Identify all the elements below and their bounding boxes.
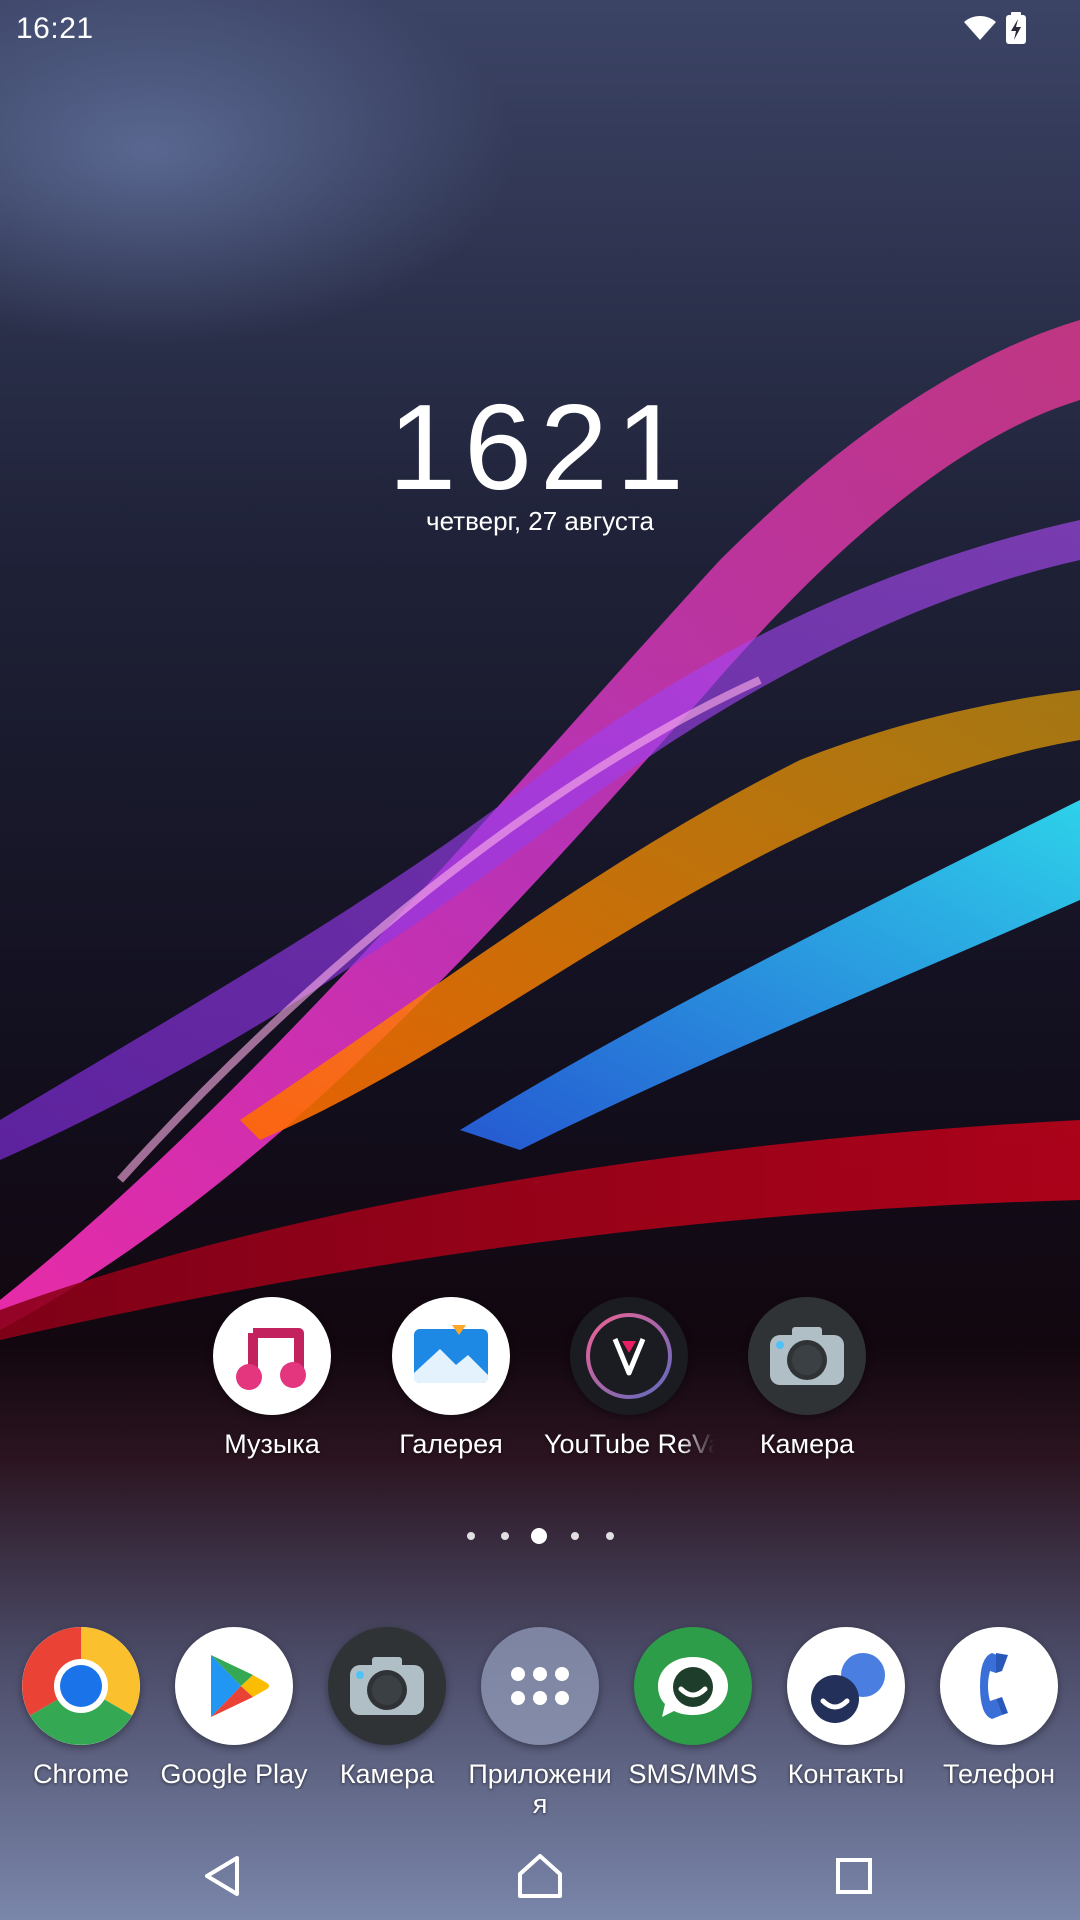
app-label: YouTube ReVa	[544, 1429, 714, 1459]
dock-app-google-play[interactable]: Google Play	[149, 1627, 319, 1789]
dock-app-contacts[interactable]: Контакты	[761, 1627, 931, 1789]
app-music[interactable]: Музыка	[187, 1297, 357, 1459]
app-youtube-revanced[interactable]: YouTube ReVa	[544, 1297, 714, 1459]
app-label: Google Play	[160, 1759, 308, 1789]
page-dot-active	[531, 1528, 547, 1544]
recents-icon	[836, 1858, 872, 1894]
app-label: Приложения	[468, 1759, 612, 1819]
contacts-icon	[787, 1627, 905, 1745]
app-label: Телефон	[942, 1759, 1055, 1789]
status-time: 16:21	[16, 12, 94, 45]
music-icon	[213, 1297, 331, 1415]
camera-icon	[748, 1297, 866, 1415]
app-label: Галерея	[399, 1429, 503, 1459]
wifi-icon	[964, 16, 996, 40]
app-label: SMS/MMS	[628, 1759, 758, 1789]
page-dot	[606, 1532, 614, 1540]
dock-app-chrome[interactable]: Chrome	[0, 1627, 166, 1789]
app-label: Контакты	[787, 1759, 905, 1789]
camera-icon	[328, 1627, 446, 1745]
clock-time: 1621	[388, 379, 692, 515]
google-play-icon	[175, 1627, 293, 1745]
dock-app-phone[interactable]: Телефон	[914, 1627, 1080, 1789]
status-bar: 16:21	[0, 0, 1080, 56]
youtube-revanced-icon	[570, 1297, 688, 1415]
sms-icon	[634, 1627, 752, 1745]
clock-widget[interactable]: 1621 четверг, 27 августа	[340, 385, 740, 537]
page-dot	[571, 1532, 579, 1540]
gallery-icon	[392, 1297, 510, 1415]
back-button[interactable]	[193, 1850, 253, 1902]
dock-app-drawer[interactable]: Приложения	[455, 1627, 625, 1819]
app-label: Chrome	[32, 1759, 130, 1789]
home-icon	[518, 1854, 562, 1898]
dock-app-sms[interactable]: SMS/MMS	[608, 1627, 778, 1789]
app-label: Камера	[339, 1759, 435, 1789]
phone-icon	[940, 1627, 1058, 1745]
page-indicator	[0, 1526, 1080, 1546]
page-dot	[501, 1532, 509, 1540]
app-camera[interactable]: Камера	[722, 1297, 892, 1459]
dock-app-camera[interactable]: Камера	[302, 1627, 472, 1789]
app-drawer-icon	[481, 1627, 599, 1745]
page-dot	[467, 1532, 475, 1540]
chrome-icon	[22, 1627, 140, 1745]
app-gallery[interactable]: Галерея	[366, 1297, 536, 1459]
app-label: Музыка	[224, 1429, 320, 1459]
back-icon	[205, 1856, 239, 1896]
home-button[interactable]	[510, 1850, 570, 1902]
battery-charging-icon	[1006, 12, 1026, 44]
app-label: Камера	[759, 1429, 855, 1459]
navigation-bar	[0, 1830, 1080, 1920]
recents-button[interactable]	[824, 1850, 884, 1902]
